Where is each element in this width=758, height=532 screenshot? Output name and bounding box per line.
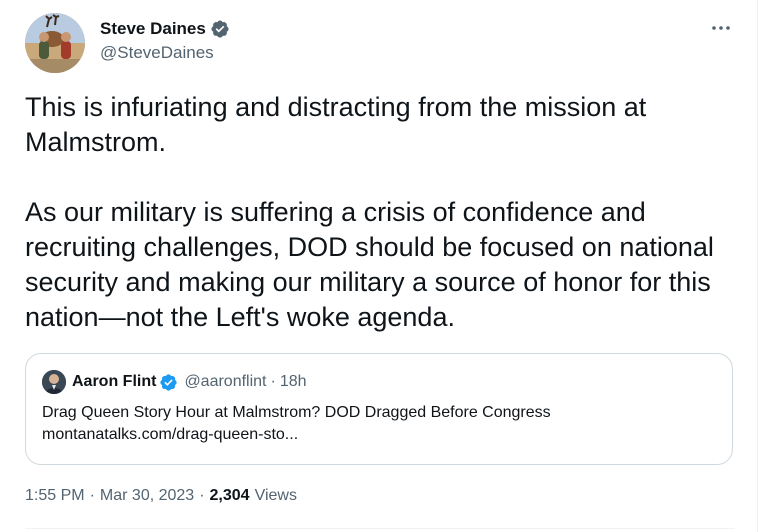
meta-separator: · bbox=[89, 487, 95, 504]
quoted-author-name: Aaron Flint bbox=[72, 373, 157, 390]
quoted-timestamp: 18h bbox=[279, 373, 307, 390]
tweet-paragraph: This is infuriating and distracting from… bbox=[25, 92, 647, 157]
author-avatar[interactable] bbox=[25, 13, 85, 73]
quoted-tweet-header: Aaron Flint @aaronflint · 18h bbox=[42, 370, 307, 394]
meta-separator: · bbox=[199, 487, 205, 504]
author-handle[interactable]: @SteveDaines bbox=[100, 43, 230, 63]
divider bbox=[25, 528, 735, 529]
verified-badge-icon[interactable] bbox=[210, 19, 230, 39]
views-count: 2,304 bbox=[209, 487, 250, 504]
more-options-button[interactable] bbox=[707, 17, 735, 39]
tweet-detail: Steve Daines @SteveDaines This is infuri… bbox=[0, 0, 758, 532]
tweet-date[interactable]: Mar 30, 2023 bbox=[100, 487, 194, 505]
tweet-header: Steve Daines @SteveDaines bbox=[25, 13, 735, 73]
quoted-author-avatar bbox=[42, 370, 66, 394]
quoted-tweet-link[interactable]: montanatalks.com/drag-queen-sto... bbox=[42, 424, 722, 446]
quoted-tweet-body: Drag Queen Story Hour at Malmstrom? DOD … bbox=[42, 402, 722, 446]
author-info: Steve Daines @SteveDaines bbox=[100, 18, 230, 63]
tweet-text: This is infuriating and distracting from… bbox=[25, 90, 735, 335]
author-display-name[interactable]: Steve Daines bbox=[100, 19, 206, 39]
quoted-tweet-card[interactable]: Aaron Flint @aaronflint · 18h Drag Queen… bbox=[25, 353, 733, 465]
verified-badge-icon bbox=[159, 373, 178, 392]
quoted-tweet-text: Drag Queen Story Hour at Malmstrom? DOD … bbox=[42, 404, 551, 421]
quoted-profile-photo-icon bbox=[42, 370, 66, 394]
tweet-paragraph: As our military is suffering a crisis of… bbox=[25, 197, 714, 332]
profile-photo-icon bbox=[25, 13, 85, 73]
tweet-time[interactable]: 1:55 PM bbox=[25, 487, 85, 505]
views-label: Views bbox=[254, 487, 297, 504]
quoted-author-handle: @aaronflint bbox=[184, 373, 267, 390]
quoted-separator: · bbox=[270, 373, 276, 390]
tweet-meta: 1:55 PM · Mar 30, 2023 · 2,304 Views bbox=[25, 487, 297, 505]
more-horizontal-icon bbox=[712, 26, 730, 30]
author-name-row: Steve Daines bbox=[100, 18, 230, 40]
